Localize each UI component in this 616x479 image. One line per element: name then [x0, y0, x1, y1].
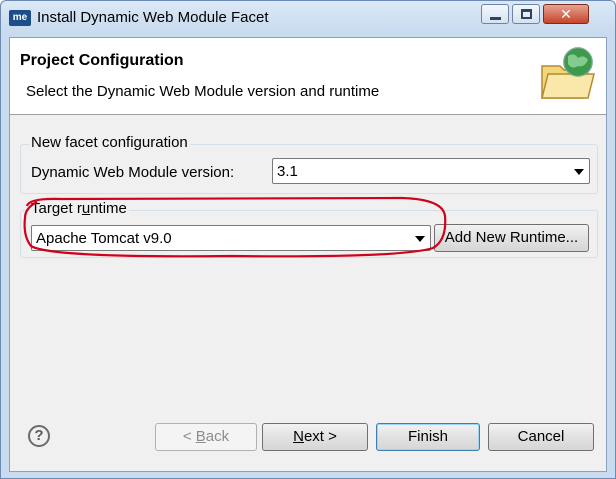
window-title: Install Dynamic Web Module Facet	[37, 9, 269, 26]
version-combo[interactable]: 3.1	[272, 158, 590, 184]
chevron-down-icon	[574, 169, 584, 175]
minimize-icon	[490, 17, 501, 20]
wizard-banner: Project Configuration Select the Dynamic…	[10, 38, 606, 115]
close-button[interactable]: ✕	[543, 4, 589, 24]
minimize-button[interactable]	[481, 4, 509, 24]
folder-globe-icon	[541, 47, 595, 99]
runtime-combo[interactable]: Apache Tomcat v9.0	[31, 225, 431, 251]
page-title: Project Configuration	[20, 52, 184, 69]
dialog-body: Project Configuration Select the Dynamic…	[9, 37, 607, 472]
page-description: Select the Dynamic Web Module version an…	[26, 83, 380, 100]
version-label: Dynamic Web Module version:	[31, 164, 235, 181]
title-bar[interactable]: me Install Dynamic Web Module Facet ✕	[1, 1, 615, 37]
help-icon[interactable]: ?	[28, 425, 50, 447]
cancel-button[interactable]: Cancel	[488, 423, 594, 451]
next-button[interactable]: Next >	[262, 423, 368, 451]
dialog-window: me Install Dynamic Web Module Facet ✕ Pr…	[0, 0, 616, 479]
close-icon: ✕	[560, 6, 572, 22]
back-button[interactable]: < Back	[155, 423, 257, 451]
target-runtime-legend: Target runtime	[29, 200, 129, 217]
runtime-value: Apache Tomcat v9.0	[36, 230, 172, 247]
finish-button[interactable]: Finish	[376, 423, 480, 451]
maximize-icon	[521, 9, 532, 19]
add-new-runtime-button[interactable]: Add New Runtime...	[434, 224, 589, 252]
maximize-button[interactable]	[512, 4, 540, 24]
version-value: 3.1	[277, 163, 298, 180]
facet-config-legend: New facet configuration	[29, 134, 190, 151]
app-icon: me	[9, 10, 31, 26]
chevron-down-icon	[415, 236, 425, 242]
